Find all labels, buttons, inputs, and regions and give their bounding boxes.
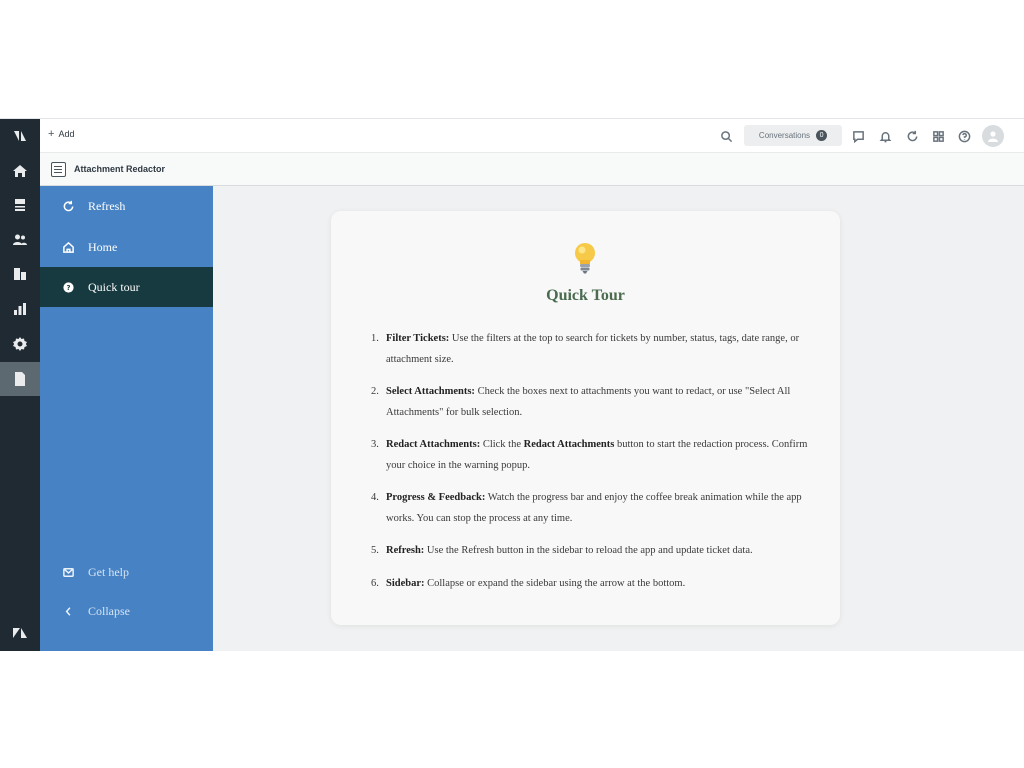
page-title: Quick Tour	[546, 287, 625, 304]
sidebar-item-quick-tour[interactable]: ? Quick tour	[40, 267, 213, 307]
tour-step: 6. Sidebar: Collapse or expand the sideba…	[371, 574, 821, 595]
app-title: Attachment Redactor	[74, 164, 166, 174]
attachment-redactor-app-icon[interactable]	[0, 362, 40, 396]
tour-step: 1. Filter Tickets: Use the filters at the…	[371, 329, 821, 370]
tour-steps-list: 1. Filter Tickets: Use the filters at the…	[371, 329, 821, 606]
tour-step: 3. Redact Attachments: Click the Redact A…	[371, 435, 821, 476]
sidebar-item-home[interactable]: Home	[40, 227, 213, 267]
views-icon[interactable]	[0, 188, 40, 222]
lightbulb-icon	[575, 243, 595, 274]
step-keyword: Filter Tickets:	[386, 333, 450, 344]
step-keyword: Progress & Feedback:	[386, 492, 486, 503]
step-text: Redact Attachments: Click the Redact Att…	[386, 439, 808, 471]
user-avatar[interactable]	[982, 125, 1004, 147]
step-keyword: Sidebar:	[386, 577, 425, 589]
refresh-top-icon[interactable]	[903, 127, 921, 145]
step-text: Sidebar: Collapse or expand the sidebar …	[386, 577, 686, 589]
sidebar-item-get-help[interactable]: Get help	[40, 552, 213, 592]
help-icon[interactable]	[955, 127, 973, 145]
app-header: Attachment Redactor	[40, 153, 1024, 186]
step-number: 3.	[371, 439, 379, 450]
help-circle-icon: ?	[63, 281, 74, 293]
organizations-icon[interactable]	[0, 257, 40, 291]
tour-step: 2. Select Attachments: Check the boxes ne…	[371, 382, 821, 423]
sidebar-item-label: Quick tour	[88, 279, 140, 294]
reporting-icon[interactable]	[0, 292, 40, 326]
sidebar-item-refresh[interactable]: Refresh	[40, 186, 213, 226]
search-icon[interactable]	[717, 127, 735, 145]
customers-icon[interactable]	[0, 223, 40, 257]
add-button[interactable]: + Add	[48, 127, 75, 140]
app-sidebar: Refresh Home ? Quick tour Get help Colla…	[40, 186, 213, 651]
chat-icon[interactable]	[849, 127, 867, 145]
zendesk-z-icon[interactable]	[0, 616, 40, 650]
sidebar-item-label: Collapse	[88, 603, 130, 618]
apps-grid-icon[interactable]	[929, 127, 947, 145]
step-keyword: Refresh:	[386, 545, 425, 556]
home-icon	[63, 241, 74, 253]
main-content: Quick Tour 1. Filter Tickets: Use the fil…	[213, 186, 1024, 651]
sidebar-item-collapse[interactable]: Collapse	[40, 591, 213, 631]
add-label: Add	[58, 129, 75, 139]
home-nav-icon[interactable]	[0, 154, 40, 188]
product-nav	[0, 119, 40, 651]
refresh-icon	[63, 200, 74, 211]
quick-tour-card: Quick Tour 1. Filter Tickets: Use the fil…	[331, 211, 840, 625]
sidebar-item-label: Get help	[88, 564, 129, 579]
step-text: Select Attachments: Check the boxes next…	[386, 386, 791, 418]
app-frame: + Add Conversations 0 Attachment Redacto…	[0, 118, 1024, 651]
app-logo-icon	[51, 161, 66, 177]
step-number: 1.	[371, 333, 379, 344]
step-text: Progress & Feedback: Watch the progress …	[386, 492, 802, 524]
tour-step: 4. Progress & Feedback: Watch the progres…	[371, 488, 821, 529]
step-number: 6.	[371, 577, 379, 589]
notifications-bell-icon[interactable]	[876, 127, 894, 145]
conversations-count-badge: 0	[816, 130, 828, 141]
step-keyword: Redact Attachments:	[386, 439, 481, 450]
tour-step: 5. Refresh: Use the Refresh button in the…	[371, 541, 821, 562]
step-text: Refresh: Use the Refresh button in the s…	[386, 545, 753, 556]
plus-icon: +	[48, 127, 55, 140]
chevron-left-icon	[65, 606, 71, 616]
admin-gear-icon[interactable]	[0, 327, 40, 361]
sidebar-item-label: Home	[88, 239, 118, 254]
step-text: Filter Tickets: Use the filters at the t…	[386, 333, 800, 365]
step-keyword: Redact Attachments	[523, 439, 615, 450]
step-keyword: Select Attachments:	[386, 386, 475, 397]
zendesk-logo-icon[interactable]	[0, 119, 40, 153]
svg-text:?: ?	[66, 283, 70, 291]
mail-icon	[63, 567, 74, 577]
step-number: 2.	[371, 386, 379, 397]
step-number: 4.	[371, 492, 379, 503]
conversations-button[interactable]: Conversations 0	[744, 125, 842, 146]
top-bar: + Add Conversations 0	[40, 119, 1024, 153]
step-number: 5.	[371, 545, 379, 556]
sidebar-item-label: Refresh	[88, 198, 126, 213]
conversations-label: Conversations	[758, 131, 811, 140]
